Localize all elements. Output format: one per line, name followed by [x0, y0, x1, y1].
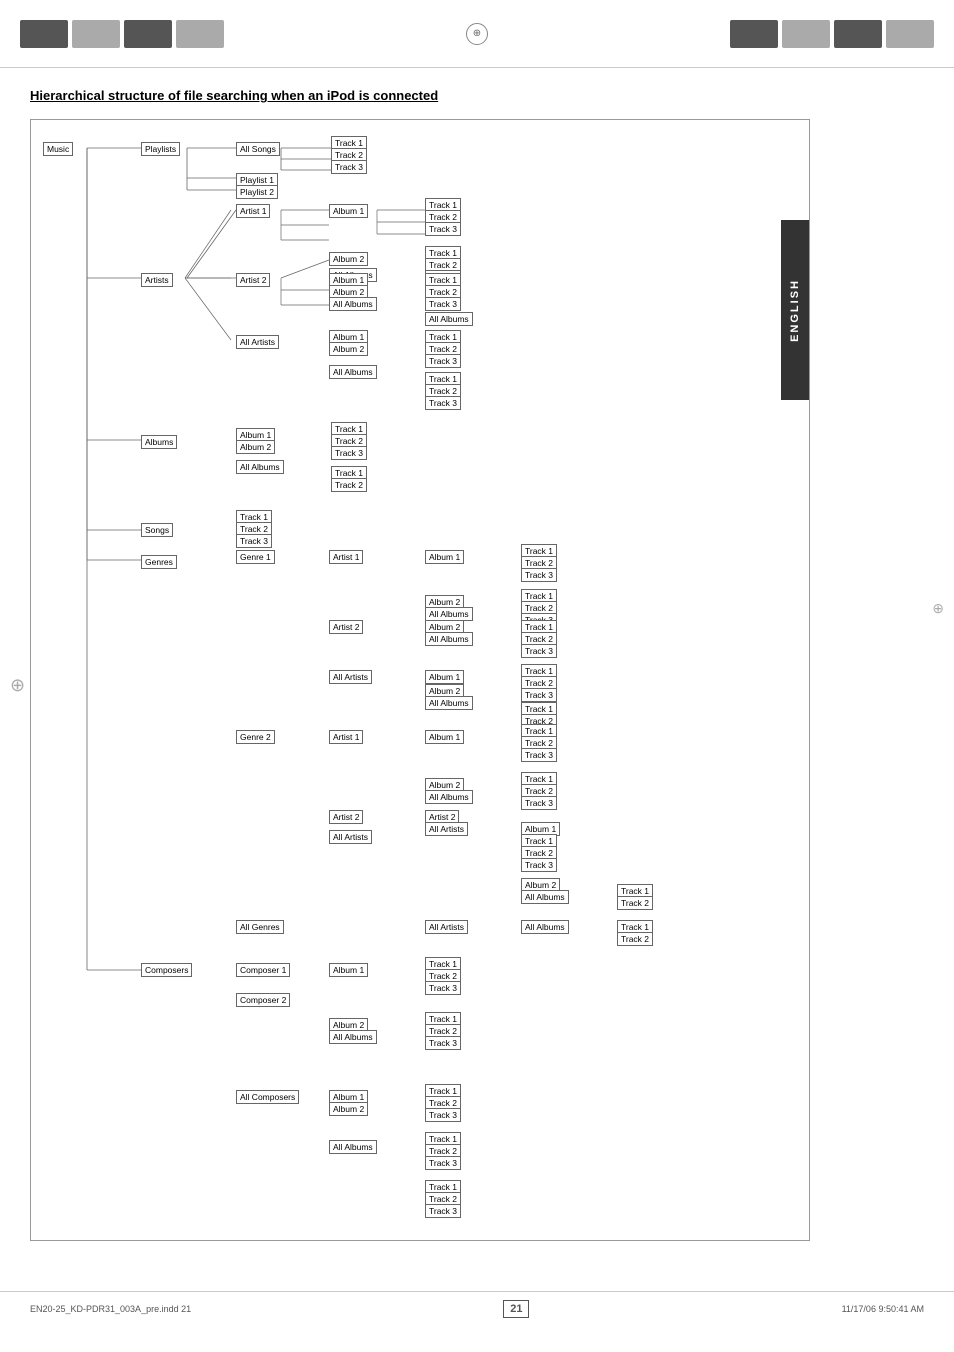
node-c1-album1: Album 1	[329, 963, 368, 977]
node-c1-a1-t3: Track 3	[425, 981, 461, 995]
node-allsongs-track3: Track 3	[331, 160, 367, 174]
node-a2-a1-track3: Track 3	[425, 297, 461, 311]
node-c1-a2-t3: Track 3	[425, 1036, 461, 1050]
footer: EN20-25_KD-PDR31_003A_pre.indd 21 21 11/…	[0, 1291, 954, 1326]
node-ac-allalbums: All Albums	[329, 1140, 377, 1154]
node-g1-a2-t3: Track 3	[521, 644, 557, 658]
node-c1-allalbums: All Albums	[329, 1030, 377, 1044]
node-genre1: Genre 1	[236, 550, 275, 564]
node-g2-aa-album1: All Artists	[425, 822, 468, 836]
page-content: ⊕ Hierarchical structure of file searchi…	[0, 68, 954, 1281]
node-composer2: Composer 2	[236, 993, 290, 1007]
node-music: Music	[43, 142, 73, 156]
node-g2-a1-al1-t3: Track 3	[521, 748, 557, 762]
node-artist2-allalbums: All Albums	[329, 297, 377, 311]
node-ag-allartists: All Artists	[425, 920, 468, 934]
node-g1-aa-allalbums: All Albums	[425, 696, 473, 710]
header-block-7	[834, 20, 882, 48]
footer-file-info: EN20-25_KD-PDR31_003A_pre.indd 21	[30, 1304, 191, 1314]
left-margin-indicator: ⊕	[10, 675, 25, 696]
header-block-6	[782, 20, 830, 48]
node-a1-a1-track3: Track 3	[425, 222, 461, 236]
node-a1-aa-allalbums: All Albums	[425, 312, 473, 326]
right-margin-indicator: ⊕	[932, 600, 944, 617]
node-all-genres: All Genres	[236, 920, 284, 934]
node-composers: Composers	[141, 963, 192, 977]
node-aa-album2: Album 2	[329, 342, 368, 356]
node-g2-allartists: All Artists	[329, 830, 372, 844]
connector-lines	[41, 130, 801, 1230]
node-g2-artist2: Artist 2	[329, 810, 363, 824]
node-g1-artist2: Artist 2	[329, 620, 363, 634]
node-genres: Genres	[141, 555, 177, 569]
node-g2-aa-al1-t3: Track 3	[521, 858, 557, 872]
node-g2-allalbums: All Albums	[521, 890, 569, 904]
node-g1-artist1: Artist 1	[329, 550, 363, 564]
node-g2-a1-album1: Album 1	[425, 730, 464, 744]
diagram-inner: Music Playlists Artists Albums Songs Gen…	[41, 130, 801, 1230]
header-block-3	[124, 20, 172, 48]
center-compass-icon: ⊕	[466, 23, 488, 45]
node-g2-artist1: Artist 1	[329, 730, 363, 744]
node-artist2: Artist 2	[236, 273, 270, 287]
header-block-8	[886, 20, 934, 48]
header-block-2	[72, 20, 120, 48]
node-playlist-2: Playlist 2	[236, 185, 278, 199]
node-g1-a1-allalbums: All Albums	[425, 607, 473, 621]
node-ac-aa-t3: Track 3	[425, 1204, 461, 1218]
node-songs: Songs	[141, 523, 173, 537]
node-genre2: Genre 2	[236, 730, 275, 744]
node-artist1: Artist 1	[236, 204, 270, 218]
header-block-5	[730, 20, 778, 48]
node-all-artists-1: All Artists	[236, 335, 279, 349]
node-g1-a2-allalbums: All Albums	[425, 632, 473, 646]
node-aa-allalbums: All Albums	[329, 365, 377, 379]
node-g2-a1-allalbums: All Albums	[425, 790, 473, 804]
header-blocks-left	[20, 20, 224, 48]
node-g1-a1-album1: Album 1	[425, 550, 464, 564]
node-g1-aa-t3: Track 3	[521, 688, 557, 702]
node-g1-aa-album1: Album 1	[425, 670, 464, 684]
node-all-songs: All Songs	[236, 142, 280, 156]
node-g1-a1-al1-t3: Track 3	[521, 568, 557, 582]
node-albums-album2: Album 2	[236, 440, 275, 454]
node-composer1: Composer 1	[236, 963, 290, 977]
node-playlists: Playlists	[141, 142, 180, 156]
page-number: 21	[503, 1300, 529, 1318]
node-all-composers: All Composers	[236, 1090, 299, 1104]
node-aa-a1-track3: Track 3	[425, 354, 461, 368]
node-albums-aa-track2: Track 2	[331, 478, 367, 492]
node-artist1-album1: Album 1	[329, 204, 368, 218]
node-ag-allalbums: All Albums	[521, 920, 569, 934]
node-albums: Albums	[141, 435, 177, 449]
node-artists: Artists	[141, 273, 173, 287]
header-blocks-right	[730, 20, 934, 48]
node-ac-album2: Album 2	[329, 1102, 368, 1116]
node-albums-allalbums: All Albums	[236, 460, 284, 474]
header-block-4	[176, 20, 224, 48]
node-artist1-album2: Album 2	[329, 252, 368, 266]
footer-timestamp: 11/17/06 9:50:41 AM	[842, 1304, 924, 1314]
node-g1-allartists: All Artists	[329, 670, 372, 684]
header-bar: ⊕	[0, 0, 954, 68]
page-title: Hierarchical structure of file searching…	[30, 88, 924, 103]
node-ac-a2-t3: Track 3	[425, 1156, 461, 1170]
node-aa-aa-track3: Track 3	[425, 396, 461, 410]
node-ac-a1-t3: Track 3	[425, 1108, 461, 1122]
node-songs-track3: Track 3	[236, 534, 272, 548]
node-g2-allalbums-t2: Track 2	[617, 896, 653, 910]
node-ag-aa-t2: Track 2	[617, 932, 653, 946]
diagram-container: ENGLISH	[30, 119, 810, 1241]
header-block-1	[20, 20, 68, 48]
node-g2-a1-al2-t3: Track 3	[521, 796, 557, 810]
node-albums-a1-track3: Track 3	[331, 446, 367, 460]
